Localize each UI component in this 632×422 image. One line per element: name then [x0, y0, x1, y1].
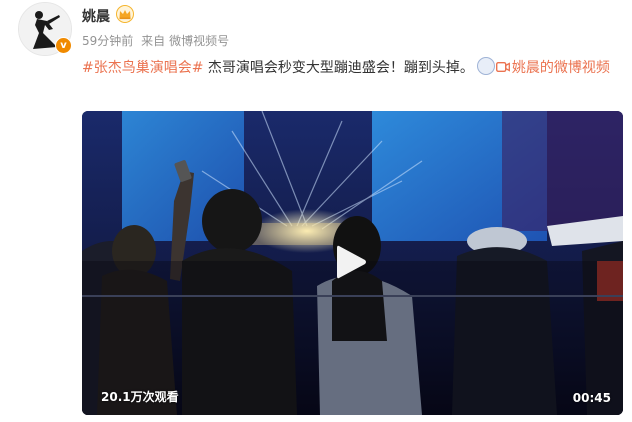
video-link-label: 姚晨的微博视频	[511, 60, 610, 76]
verified-badge-icon: v	[55, 37, 72, 54]
post-time[interactable]: 59分钟前	[82, 34, 133, 48]
video-player[interactable]: 20.1万次观看 00:45	[82, 111, 623, 415]
weibo-post: v 姚晨 59分钟前 来自 微博视频号 #张杰鸟巢演唱会# 杰哥演唱会秒变大型蹦迪…	[0, 0, 632, 422]
video-views: 20.1万次观看	[101, 390, 179, 404]
crown-icon[interactable]	[116, 5, 134, 23]
post-content: #张杰鸟巢演唱会# 杰哥演唱会秒变大型蹦迪盛会！蹦到头掉。 姚晨的微博视频	[82, 56, 627, 80]
post-meta: 59分钟前 来自 微博视频号	[82, 32, 233, 49]
post-text: 杰哥演唱会秒变大型蹦迪盛会！蹦到头掉。	[203, 60, 474, 76]
video-link[interactable]: 姚晨的微博视频	[495, 60, 610, 76]
source-prefix: 来自	[141, 34, 166, 48]
video-duration: 00:45	[572, 391, 611, 405]
emoji-icon	[476, 57, 495, 75]
post-source[interactable]: 微博视频号	[169, 34, 229, 48]
play-icon[interactable]	[333, 242, 369, 282]
username[interactable]: 姚晨	[82, 6, 110, 26]
topic-link[interactable]: #张杰鸟巢演唱会#	[82, 60, 203, 76]
video-camera-icon	[495, 62, 510, 72]
